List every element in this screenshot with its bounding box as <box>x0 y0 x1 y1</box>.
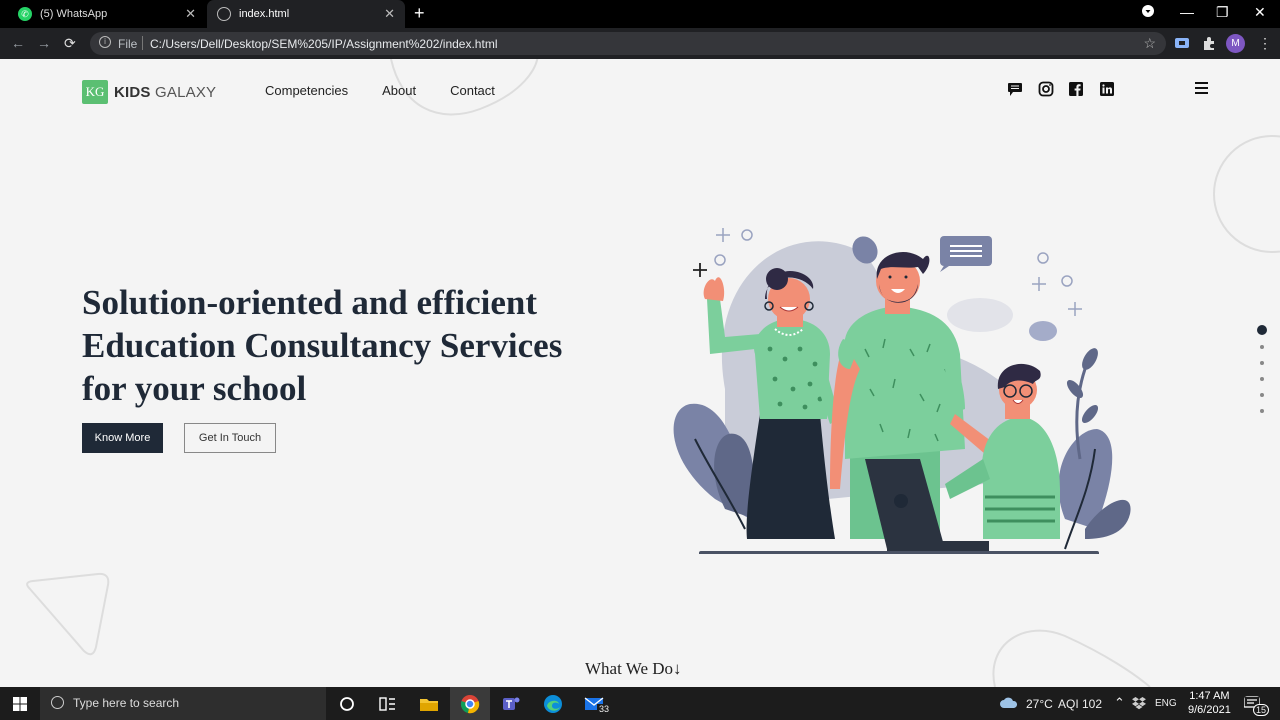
browser-toolbar: ← → ⟳ i File C:/Users/Dell/Desktop/SEM%2… <box>0 28 1280 59</box>
slide-dot[interactable] <box>1260 377 1264 381</box>
window-close-button[interactable]: ✕ <box>1254 4 1266 21</box>
cortana-icon[interactable] <box>337 694 357 714</box>
decorative-circle-shape <box>1213 135 1280 253</box>
maximize-button[interactable]: ❐ <box>1216 4 1229 21</box>
whatsapp-icon: ✆ <box>18 7 32 21</box>
logo-word-galaxy: GALAXY <box>155 83 217 101</box>
info-icon[interactable]: i <box>99 36 111 48</box>
weather-cloud-icon[interactable] <box>1000 696 1018 710</box>
decorative-curve-shape <box>992 629 1151 687</box>
facebook-icon[interactable] <box>1068 81 1084 97</box>
scheme-label: File <box>118 37 138 51</box>
extensions-puzzle-icon[interactable] <box>1201 35 1217 51</box>
nav-link-contact[interactable]: Contact <box>450 83 495 98</box>
url-text[interactable]: C:/Users/Dell/Desktop/SEM%205/IP/Assignm… <box>150 37 497 51</box>
minimize-button[interactable]: — <box>1180 4 1194 20</box>
search-placeholder: Type here to search <box>73 696 180 710</box>
profile-avatar[interactable]: M <box>1226 34 1245 53</box>
bookmark-star-icon[interactable]: ☆ <box>1143 35 1156 52</box>
windows-start-icon[interactable] <box>13 697 27 711</box>
mail-badge: 33 <box>597 704 612 714</box>
nav-link-competencies[interactable]: Competencies <box>265 83 348 98</box>
taskbar-search-box[interactable]: Type here to search <box>40 687 326 720</box>
down-arrow-icon: ↓ <box>673 659 682 678</box>
omnibox-separator <box>142 36 143 50</box>
reload-button[interactable]: ⟳ <box>64 35 76 52</box>
teams-icon[interactable] <box>501 694 521 714</box>
logo-badge: KG <box>82 80 108 104</box>
edge-icon[interactable] <box>543 694 563 714</box>
close-tab-icon[interactable]: ✕ <box>384 6 395 22</box>
slide-dot[interactable] <box>1260 361 1264 365</box>
tab-index[interactable]: index.html ✕ <box>207 0 405 28</box>
slide-dot[interactable] <box>1260 393 1264 397</box>
logo-text: KIDS GALAXY <box>114 84 216 101</box>
language-indicator[interactable]: ENG <box>1155 698 1177 709</box>
address-bar[interactable]: i File C:/Users/Dell/Desktop/SEM%205/IP/… <box>90 32 1166 55</box>
hero-headline-line: for your school <box>82 369 307 408</box>
get-in-touch-button[interactable]: Get In Touch <box>184 423 276 453</box>
clock-time: 1:47 AM <box>1189 690 1230 702</box>
main-nav: Competencies About Contact <box>265 83 529 98</box>
forward-button[interactable]: → <box>37 35 51 51</box>
hamburger-menu-icon[interactable] <box>1195 82 1208 97</box>
hero-headline-line: Solution-oriented and efficient <box>82 283 537 322</box>
linkedin-icon[interactable] <box>1099 81 1115 97</box>
browser-menu-icon[interactable]: ⋮ <box>1258 35 1272 52</box>
hero-headline: Solution-oriented and efficient Educatio… <box>82 281 602 410</box>
slide-dot[interactable] <box>1260 345 1264 349</box>
decorative-triangle-shape <box>26 572 110 656</box>
system-clock[interactable]: 1:47 AM 9/6/2021 <box>1188 689 1231 717</box>
tab-search-icon[interactable] <box>1142 4 1154 20</box>
tab-whatsapp[interactable]: ✆ (5) WhatsApp ✕ <box>8 0 206 28</box>
browser-tab-strip: ✆ (5) WhatsApp ✕ index.html ✕ + — ❐ ✕ <box>0 0 1280 28</box>
team-illustration <box>673 228 1131 554</box>
notification-badge: 15 <box>1253 704 1270 716</box>
air-quality[interactable]: AQI 102 <box>1058 697 1102 711</box>
weather-temperature[interactable]: 27°C <box>1026 697 1053 711</box>
site-logo[interactable]: KG KIDS GALAXY <box>82 80 216 104</box>
search-icon <box>51 696 64 709</box>
windows-taskbar: Type here to search 33 27°C AQI 102 ⌃ EN… <box>0 687 1280 720</box>
instagram-icon[interactable] <box>1038 81 1054 97</box>
dropbox-icon[interactable] <box>1132 697 1146 710</box>
chrome-icon[interactable] <box>460 694 480 714</box>
what-we-do-label: What We Do <box>585 659 674 678</box>
task-view-icon[interactable] <box>377 694 397 714</box>
globe-icon <box>217 7 231 21</box>
chat-icon[interactable] <box>1007 81 1023 97</box>
nav-link-about[interactable]: About <box>382 83 416 98</box>
slide-dot[interactable] <box>1260 409 1264 413</box>
what-we-do-link[interactable]: What We Do↓ <box>585 659 682 679</box>
new-tab-button[interactable]: + <box>414 4 425 22</box>
back-button[interactable]: ← <box>11 35 25 51</box>
slide-indicator <box>1257 325 1267 425</box>
tab-title: (5) WhatsApp <box>40 8 108 20</box>
file-explorer-icon[interactable] <box>419 694 439 714</box>
close-tab-icon[interactable]: ✕ <box>185 6 196 22</box>
slide-dot[interactable] <box>1257 325 1267 335</box>
web-page: KG KIDS GALAXY Competencies About Contac… <box>0 59 1280 687</box>
cast-extension-icon[interactable] <box>1174 35 1190 51</box>
tray-overflow-icon[interactable]: ⌃ <box>1114 695 1125 711</box>
hero-headline-line: Education Consultancy Services <box>82 326 563 365</box>
tab-title: index.html <box>239 8 290 20</box>
logo-word-kids: KIDS <box>114 83 151 101</box>
clock-date: 9/6/2021 <box>1188 704 1231 716</box>
know-more-button[interactable]: Know More <box>82 423 163 453</box>
